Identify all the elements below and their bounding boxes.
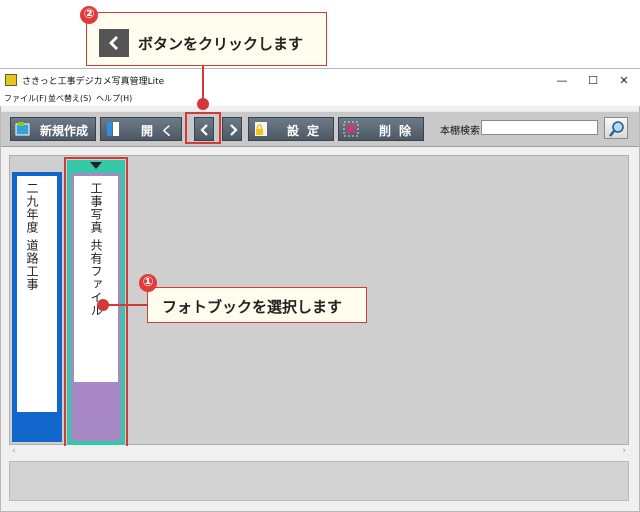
- back-button-highlight: [185, 112, 221, 144]
- instruction-text-2: ボタンをクリックします: [138, 35, 304, 53]
- open-button-label: 開く: [141, 124, 182, 138]
- callout-leader-line: [202, 66, 204, 102]
- chevron-right-icon: [230, 124, 238, 136]
- step-number-2: ②: [80, 6, 98, 24]
- maximize-button[interactable]: ☐: [578, 72, 608, 90]
- search-button[interactable]: [604, 117, 628, 139]
- close-button[interactable]: ✕: [609, 72, 639, 90]
- search-input[interactable]: [481, 120, 598, 135]
- bottom-panel: [9, 461, 629, 501]
- new-button-label: 新規作成: [40, 124, 89, 138]
- menu-sort[interactable]: 並べ替え(S): [48, 93, 91, 104]
- search-icon: [609, 121, 624, 137]
- scroll-right-icon[interactable]: ›: [622, 446, 626, 456]
- settings-button-label: 設定: [287, 124, 328, 138]
- menu-file[interactable]: ファイル(F): [4, 93, 47, 104]
- delete-icon: [343, 121, 359, 137]
- book-title-line2: 道路工事: [25, 238, 39, 291]
- delete-button[interactable]: 削除: [338, 117, 424, 141]
- app-icon: [5, 74, 17, 86]
- book-title: 二九年度 道路工事: [25, 182, 39, 291]
- horizontal-scrollbar[interactable]: ‹ ›: [9, 446, 629, 458]
- scroll-left-icon[interactable]: ‹: [12, 446, 16, 456]
- instruction-text-1: フォトブックを選択します: [162, 298, 343, 316]
- new-button[interactable]: 新規作成: [10, 117, 96, 141]
- selected-book-highlight: [64, 157, 128, 448]
- settings-button[interactable]: 設定: [248, 117, 334, 141]
- callout-pointer-dot: [197, 98, 209, 110]
- book-title-line1: 二九年度: [25, 182, 39, 234]
- callout-leader-line: [103, 304, 147, 306]
- minimize-button[interactable]: —: [547, 72, 577, 90]
- chevron-left-icon: [109, 36, 118, 50]
- open-book-icon: [105, 121, 121, 137]
- new-book-icon: [15, 121, 31, 137]
- step-number-1: ①: [139, 274, 157, 292]
- callout-pointer-dot: [97, 299, 109, 311]
- delete-button-label: 削除: [379, 124, 420, 138]
- back-button-illustration: [99, 29, 129, 57]
- search-label: 本棚検索: [440, 126, 480, 137]
- lock-settings-icon: [253, 121, 269, 137]
- forward-button[interactable]: [222, 117, 242, 141]
- window-title: さきっと工事デジカメ写真管理Lite: [22, 77, 165, 87]
- menu-help[interactable]: ヘルプ(H): [96, 93, 132, 104]
- open-button[interactable]: 開く: [100, 117, 182, 141]
